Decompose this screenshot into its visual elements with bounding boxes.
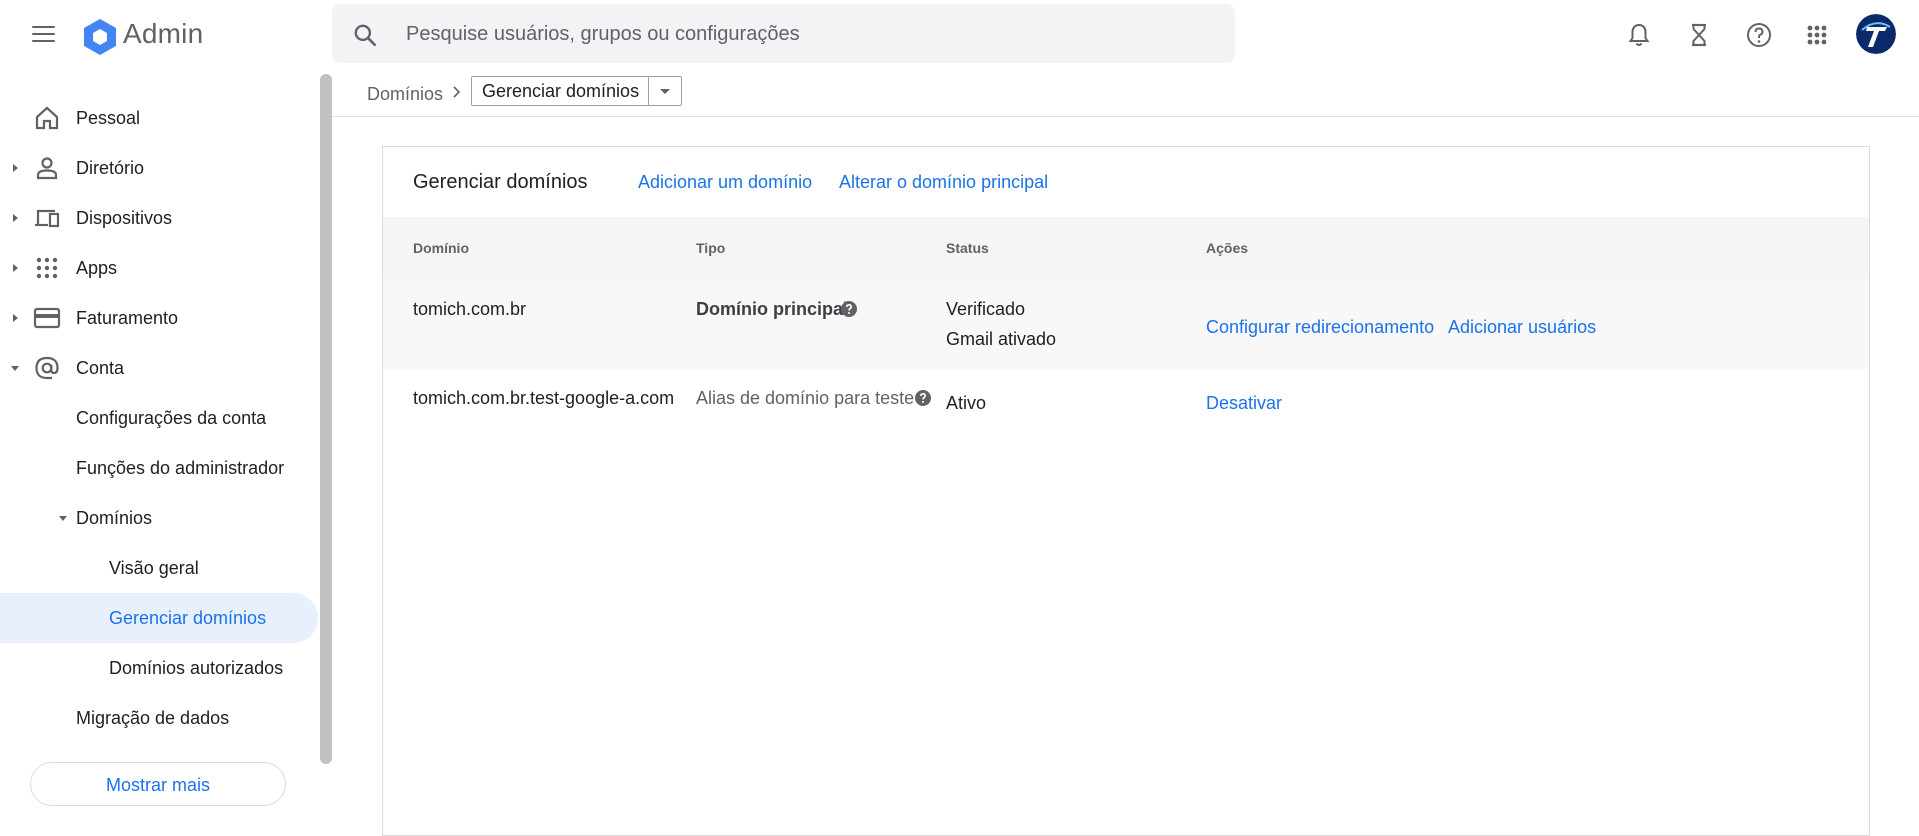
sidebar-item-label: Funções do administrador [76, 458, 285, 478]
deactivate-link[interactable]: Desativar [1206, 393, 1282, 414]
help-icon[interactable] [1741, 17, 1777, 53]
menu-icon[interactable] [24, 18, 64, 50]
bell-icon[interactable] [1621, 17, 1657, 53]
search-icon[interactable] [352, 22, 378, 48]
apps-grid-icon[interactable] [1799, 17, 1835, 53]
sidebar-item-apps[interactable]: Apps [0, 243, 318, 293]
column-header-type: Tipo [696, 240, 726, 256]
chevron-right-icon[interactable] [10, 163, 20, 173]
sidebar-item-funcoes-do-administrador[interactable]: Funções do administrador [0, 443, 318, 493]
sidebar-item-label: Dispositivos [76, 208, 173, 228]
top-bar: Admin [0, 0, 1919, 68]
add-domain-link[interactable]: Adicionar um domínio [638, 172, 812, 193]
breadcrumb-current-selector[interactable]: Gerenciar domínios [471, 76, 683, 106]
sidebar-item-faturamento[interactable]: Faturamento [0, 293, 318, 343]
chevron-right-icon[interactable] [10, 263, 20, 273]
avatar[interactable] [1856, 14, 1896, 54]
configure-redirect-link[interactable]: Configurar redirecionamento [1206, 317, 1434, 338]
sidebar-item-label: Pessoal [76, 108, 141, 128]
hourglass-icon[interactable] [1681, 17, 1717, 53]
add-users-link[interactable]: Adicionar usuários [1448, 317, 1596, 338]
sidebar-scrollbar[interactable] [320, 74, 332, 764]
sidebar-item-label: Gerenciar domínios [109, 608, 267, 628]
chevron-right-icon[interactable] [10, 313, 20, 323]
sidebar-item-label: Faturamento [76, 308, 179, 328]
apps-icon [36, 257, 58, 279]
avatar-logo-icon [1856, 14, 1896, 54]
breadcrumb-dropdown-button[interactable] [648, 77, 681, 105]
sidebar-item-label: Diretório [76, 158, 145, 178]
sidebar-item-dominios-autorizados[interactable]: Domínios autorizados [0, 643, 318, 693]
table-header: Domínio Tipo Status Ações [383, 217, 1869, 280]
domain-status-gmail: Gmail ativado [946, 329, 1057, 349]
sidebar: Pessoal Diretório Dispositivos Apps Fatu… [0, 68, 320, 823]
breadcrumb-dominios-link[interactable]: Domínios [367, 84, 443, 105]
sidebar-item-label: Conta [76, 358, 125, 378]
sidebar-item-dominios[interactable]: Domínios [0, 493, 318, 543]
domain-name: tomich.com.br [413, 299, 527, 319]
sidebar-item-label: Configurações da conta [76, 408, 267, 428]
app-title[interactable]: Admin [123, 18, 203, 50]
chevron-right-icon [453, 86, 461, 98]
column-header-status: Status [946, 240, 989, 256]
breadcrumb: Domínios Gerenciar domínios [333, 68, 1919, 117]
sidebar-item-configuracoes-da-conta[interactable]: Configurações da conta [0, 393, 318, 443]
help-icon[interactable] [914, 389, 932, 407]
sidebar-item-conta[interactable]: Conta [0, 343, 318, 393]
chevron-down-icon[interactable] [10, 363, 20, 373]
table-row: tomich.com.br Domínio principal Verifica… [383, 279, 1869, 370]
domain-type: Domínio principal [696, 299, 849, 319]
credit-card-icon [33, 307, 61, 329]
domain-status: Ativo [946, 393, 987, 413]
sidebar-item-label: Migração de dados [76, 708, 230, 728]
sidebar-item-label: Visão geral [109, 558, 199, 578]
sidebar-item-diretorio[interactable]: Diretório [0, 143, 318, 193]
sidebar-item-label: Apps [76, 258, 118, 278]
show-more-button[interactable]: Mostrar mais [30, 762, 286, 806]
admin-logo-icon[interactable] [80, 17, 120, 57]
sidebar-item-pessoal[interactable]: Pessoal [0, 93, 318, 143]
card-title: Gerenciar domínios [413, 171, 588, 193]
breadcrumb-current: Gerenciar domínios [482, 81, 640, 101]
sidebar-item-label: Domínios autorizados [109, 658, 284, 678]
domain-status-verified: Verificado [946, 299, 1026, 319]
at-sign-icon [35, 356, 59, 380]
home-icon [35, 106, 59, 130]
column-header-domain: Domínio [413, 240, 469, 256]
sidebar-item-dispositivos[interactable]: Dispositivos [0, 193, 318, 243]
table-row: tomich.com.br.test-google-a.com Alias de… [383, 369, 1869, 439]
domain-type: Alias de domínio para teste [696, 388, 915, 408]
caret-down-icon [660, 89, 671, 94]
manage-domains-card: Gerenciar domínios Adicionar um domínio … [382, 146, 1870, 836]
search-input[interactable] [404, 17, 1208, 51]
change-primary-domain-link[interactable]: Alterar o domínio principal [839, 172, 1048, 193]
person-icon [36, 157, 58, 180]
sidebar-item-visao-geral[interactable]: Visão geral [0, 543, 318, 593]
column-header-actions: Ações [1206, 240, 1249, 256]
devices-icon [35, 209, 60, 228]
sidebar-item-label: Domínios [76, 508, 153, 528]
chevron-down-icon[interactable] [58, 513, 68, 523]
help-icon[interactable] [840, 300, 858, 318]
domain-name: tomich.com.br.test-google-a.com [413, 388, 675, 408]
sidebar-item-gerenciar-dominios[interactable]: Gerenciar domínios [0, 593, 318, 643]
search-bar[interactable] [332, 4, 1235, 63]
card-header: Gerenciar domínios Adicionar um domínio … [383, 147, 1869, 218]
chevron-right-icon[interactable] [10, 213, 20, 223]
sidebar-item-migracao-de-dados[interactable]: Migração de dados [0, 693, 318, 743]
